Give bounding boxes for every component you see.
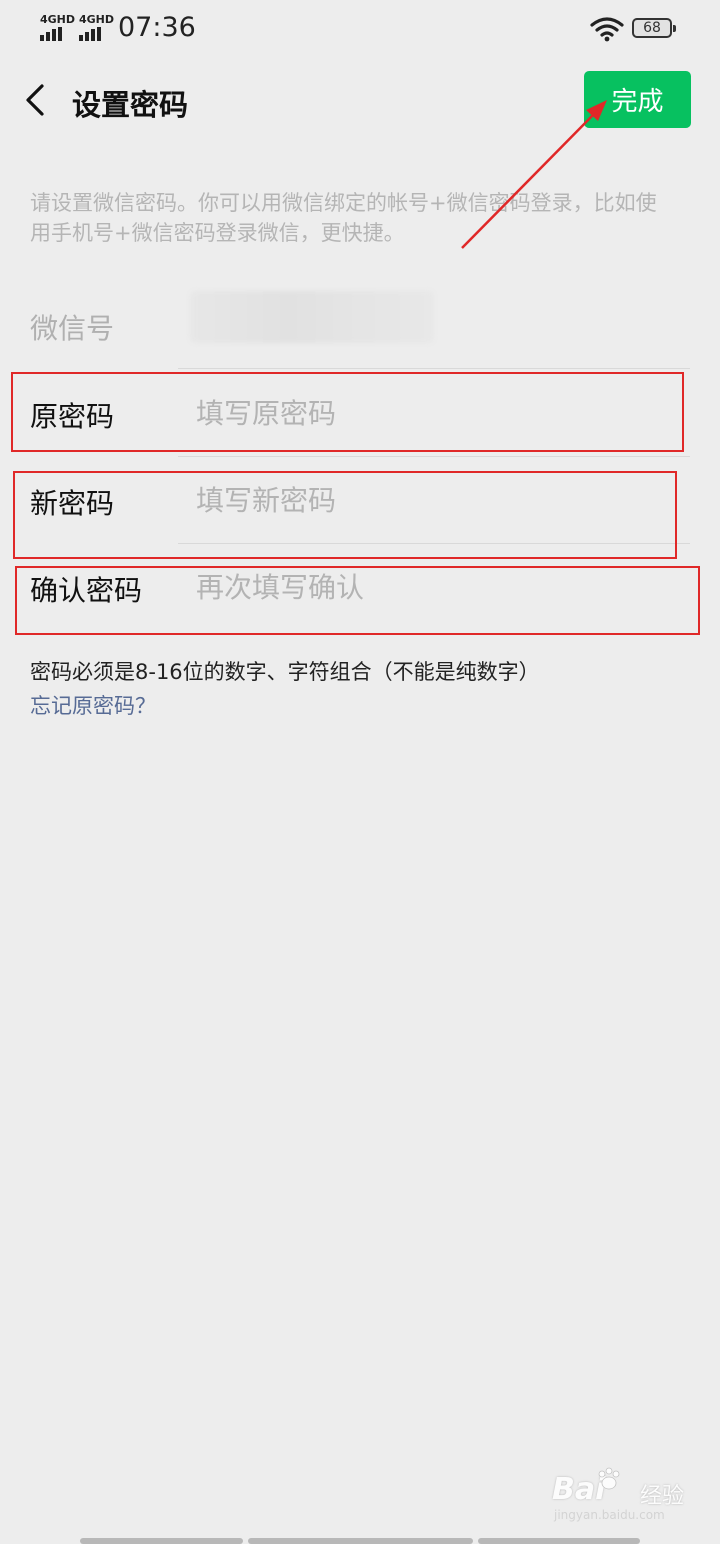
page-title: 设置密码 — [72, 88, 189, 122]
paw-icon — [598, 1467, 620, 1490]
forgot-password-link[interactable]: 忘记原密码？ — [30, 690, 156, 720]
confirm-password-row: 确认密码 — [30, 545, 690, 631]
old-password-label: 原密码 — [30, 400, 115, 433]
old-password-input[interactable] — [196, 391, 676, 435]
wechat-id-label: 微信号 — [30, 312, 115, 345]
baidu-watermark: Bai 经验 jingyan.baidu.com — [552, 1464, 702, 1528]
chevron-left-icon — [26, 84, 44, 116]
nav-gesture-bar — [248, 1538, 473, 1544]
status-time: 07:36 — [118, 12, 196, 43]
new-password-label: 新密码 — [30, 487, 115, 520]
nav-gesture-bar — [478, 1538, 640, 1544]
password-description: 请设置微信密码。你可以用微信绑定的帐号+微信密码登录，比如使用手机号+微信密码登… — [30, 191, 657, 245]
network-type-1: 4GHD — [40, 13, 76, 26]
status-bar: 4GHD 4GHD 07:36 68 — [0, 0, 720, 56]
confirm-password-input[interactable] — [196, 565, 676, 609]
row-divider — [178, 543, 690, 544]
wechat-id-row: 微信号 — [30, 283, 690, 369]
signal-icon-2: 4GHD — [79, 14, 114, 41]
watermark-sub: 经验 — [640, 1484, 685, 1509]
wechat-id-value-redacted — [190, 291, 434, 343]
watermark-url: jingyan.baidu.com — [554, 1508, 665, 1522]
signal-icon-1: 4GHD — [40, 14, 75, 41]
row-divider — [178, 368, 690, 369]
old-password-row: 原密码 — [30, 371, 690, 457]
nav-gesture-bar — [80, 1538, 243, 1544]
row-divider — [178, 456, 690, 457]
done-button[interactable]: 完成 — [584, 71, 691, 128]
new-password-row: 新密码 — [30, 458, 690, 544]
network-type-2: 4GHD — [79, 13, 115, 26]
battery-icon: 68 — [632, 18, 676, 38]
wifi-icon — [590, 17, 624, 42]
password-rule-hint: 密码必须是8-16位的数字、字符组合（不能是纯数字） — [30, 660, 540, 684]
new-password-input[interactable] — [196, 478, 676, 522]
confirm-password-label: 确认密码 — [30, 574, 143, 607]
back-button[interactable] — [20, 80, 52, 120]
